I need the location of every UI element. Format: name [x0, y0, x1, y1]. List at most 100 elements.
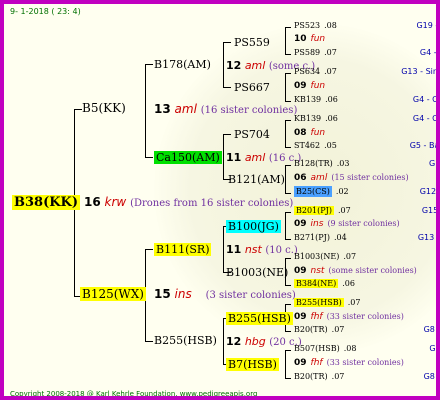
colony-PS559[interactable]: PS559	[234, 37, 270, 48]
leaf-row: 09 nst (some sister colonies)	[294, 267, 417, 276]
colony-B255HSB[interactable]: B255(HSB)	[226, 312, 293, 325]
leaf-gen-num: 06	[294, 173, 307, 183]
leaf-row: PS589 .07 G4 - Sahar00Q	[294, 48, 436, 57]
footer-copyright: Copyright 2008-2018 @ Karl Kehrle Founda…	[10, 390, 258, 398]
leaf-row: KB139 .06 G4 - Carpath00R	[294, 114, 436, 123]
leaf-gen: .03	[336, 159, 350, 168]
leaf-info: G17 - Sinop72R	[429, 159, 440, 168]
colony-PS667[interactable]: PS667	[234, 82, 270, 93]
B111-generation-line: 11 nst (10 c.)	[226, 243, 298, 256]
leaf-info: G8 - Takab93aR	[423, 325, 440, 334]
leaf-colony-id[interactable]: KB139	[294, 95, 321, 104]
leaf-colony-id[interactable]: B384(NE)	[294, 279, 339, 288]
B255-generation-line: 12 hbg (20 c.)	[226, 335, 302, 348]
leaf-gen-num: 08	[294, 128, 307, 138]
leaf-info: G13 - SinopEgg86R	[401, 67, 438, 76]
leaf-colony-id[interactable]: B201(PJ)	[294, 206, 334, 215]
leaf-gen: .07	[324, 67, 337, 76]
leaf-colony-id[interactable]: B255(HSB)	[294, 298, 344, 307]
leaf-gen: .06	[325, 95, 338, 104]
leaf-gen-num: 10	[294, 34, 307, 44]
leaf-gen-note: (33 sister colonies)	[326, 358, 404, 367]
leaf-row: B201(PJ).07 G15 - AthosSt80R	[294, 206, 436, 215]
leaf-info: G4 - Sahar00Q	[419, 48, 437, 57]
leaf-colony-id[interactable]: B271(PJ)	[294, 233, 330, 242]
colony-B255[interactable]: B255(HSB)	[154, 335, 217, 346]
colony-B125[interactable]: B125(WX)	[80, 287, 146, 301]
root-gen-note: (Drones from 16 sister colonies)	[130, 198, 294, 209]
leaf-row: 09 fhf (33 sister colonies)	[294, 313, 404, 322]
leaf-gen-code: fun	[310, 81, 326, 91]
leaf-colony-id[interactable]: B128(TR)	[294, 159, 333, 168]
B5-generation-line: 13 aml (16 sister colonies)	[154, 102, 298, 116]
leaf-gen-note: (15 sister colonies)	[331, 173, 409, 182]
colony-B178[interactable]: B178(AM)	[154, 59, 211, 70]
leaf-colony-id[interactable]: PS634	[294, 67, 320, 76]
leaf-row: PS634 .07 G13 - SinopEgg86R	[294, 67, 436, 76]
leaf-colony-id[interactable]: PS589	[294, 48, 320, 57]
leaf-gen: .02	[335, 187, 349, 196]
leaf-gen: .05	[324, 141, 337, 150]
colony-Ca150[interactable]: Ca150(AM)	[154, 151, 222, 164]
leaf-gen-note: (9 sister colonies)	[327, 219, 400, 228]
leaf-row: B20(TR).07G8 - Takab93aR	[294, 325, 436, 334]
leaf-gen-num: 09	[294, 219, 307, 229]
B125-generation-line: 15 ins (3 sister colonies)	[154, 287, 296, 301]
leaf-gen-num: 09	[294, 312, 307, 322]
leaf-gen: .06	[342, 279, 355, 288]
leaf-info: G5 - Bayburt98-3	[429, 344, 440, 353]
leaf-row: PS523 .08 G19 - Sinop72R	[294, 21, 436, 30]
leaf-gen-code: fun	[310, 34, 326, 44]
leaf-row: B128(TR).03G17 - Sinop72R	[294, 159, 436, 168]
leaf-gen: .07	[331, 372, 345, 381]
leaf-colony-id[interactable]: B1003(NE)	[294, 252, 339, 261]
leaf-info: G4 - B1003(NE)	[436, 253, 437, 261]
leaf-gen: .06	[325, 114, 338, 123]
colony-B111[interactable]: B111(SR)	[154, 243, 212, 256]
leaf-colony-id[interactable]: KB139	[294, 114, 321, 123]
leaf-info: G4 - Carpath00R	[412, 114, 438, 123]
leaf-gen: .08	[343, 344, 357, 353]
pedigree-frame: 9- 1-2018 ( 23: 4) B38(KK) 16 krw (Drone…	[0, 0, 440, 400]
colony-B5[interactable]: B5(KK)	[82, 102, 126, 114]
leaf-row: B255(HSB).07G7 - Cankiri97Q	[294, 298, 360, 307]
leaf-row: 08 fun	[294, 129, 325, 138]
leaf-gen-code: aml	[310, 173, 328, 183]
leaf-row: 09 ins (9 sister colonies)	[294, 220, 400, 229]
colony-B7[interactable]: B7(HSB)	[226, 358, 279, 371]
root-generation-line: 16 krw (Drones from 16 sister colonies)	[84, 196, 293, 209]
leaf-info: G5 - Bayburt98-3	[409, 141, 440, 150]
leaf-gen-note: (33 sister colonies)	[326, 312, 404, 321]
colony-PS704[interactable]: PS704	[234, 129, 270, 140]
leaf-colony-id[interactable]: PS523	[294, 21, 320, 30]
colony-B100[interactable]: B100(JG)	[226, 220, 281, 233]
colony-B1003[interactable]: B1003(NE)	[226, 267, 288, 278]
leaf-gen-code: nst	[310, 266, 325, 276]
leaf-row: B271(PJ).04G13 - AthosSt80R	[294, 233, 436, 242]
leaf-gen-code: ins	[310, 219, 324, 229]
leaf-row: KB139 .06 G4 - Carpath00R	[294, 95, 436, 104]
leaf-gen-code: fhf	[310, 358, 323, 368]
leaf-gen-code: fhf	[310, 312, 323, 322]
leaf-colony-id[interactable]: B20(TR)	[294, 325, 328, 334]
leaf-row: ST462.05G5 - Bayburt98-3	[294, 141, 436, 150]
leaf-gen: .07	[331, 325, 345, 334]
leaf-colony-id[interactable]: ST462	[294, 141, 320, 150]
leaf-gen: .07	[324, 48, 337, 57]
Ca150-generation-line: 11 aml (16 c.)	[226, 151, 302, 164]
colony-B121[interactable]: B121(AM)	[228, 174, 285, 185]
leaf-colony-id[interactable]: B507(HSB)	[294, 344, 340, 353]
leaf-row: 06 aml (15 sister colonies)	[294, 174, 409, 183]
leaf-gen-note: (some sister colonies)	[328, 266, 417, 275]
leaf-gen-num: 09	[294, 81, 307, 91]
header-date: 9- 1-2018 ( 23: 4)	[10, 7, 81, 16]
leaf-gen-code: fun	[310, 128, 326, 138]
leaf-colony-id[interactable]: B25(CS)	[294, 186, 332, 197]
leaf-gen: .07	[337, 206, 351, 215]
leaf-row: B1003(NE) .07 G4 - B1003(NE)	[294, 252, 436, 261]
root-colony-id[interactable]: B38(KK)	[12, 195, 80, 210]
leaf-info: G13 - AthosSt80R	[417, 233, 440, 242]
leaf-gen: .04	[333, 233, 347, 242]
leaf-row: B20(TR).07G8 - Takab93aR	[294, 372, 436, 381]
leaf-colony-id[interactable]: B20(TR)	[294, 372, 328, 381]
